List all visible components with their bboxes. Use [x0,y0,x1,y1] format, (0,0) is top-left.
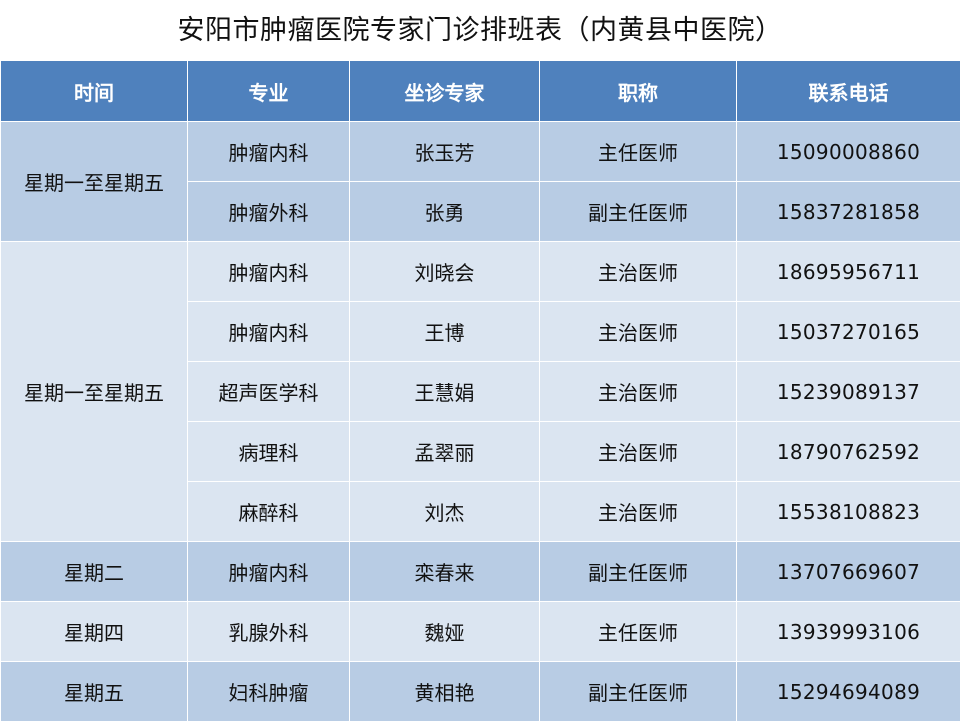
header-time: 时间 [1,61,188,122]
header-rank: 职称 [540,61,737,122]
expert-cell: 孟翠丽 [350,422,540,482]
time-cell: 星期四 [1,602,188,662]
specialty-cell: 肿瘤内科 [188,122,350,182]
page-title: 安阳市肿瘤医院专家门诊排班表（内黄县中医院） [0,0,960,60]
specialty-cell: 肿瘤外科 [188,182,350,242]
time-cell: 星期五 [1,662,188,722]
rank-cell: 副主任医师 [540,182,737,242]
phone-cell: 13707669607 [737,542,960,602]
time-cell: 星期二 [1,542,188,602]
expert-cell: 王博 [350,302,540,362]
specialty-cell: 妇科肿瘤 [188,662,350,722]
expert-cell: 王慧娟 [350,362,540,422]
phone-cell: 15837281858 [737,182,960,242]
phone-cell: 18695956711 [737,242,960,302]
table-row: 星期二 肿瘤内科 栾春来 副主任医师 13707669607 [1,542,960,602]
phone-cell: 15037270165 [737,302,960,362]
table-row: 星期一至星期五 肿瘤内科 刘晓会 主治医师 18695956711 [1,242,960,302]
rank-cell: 主治医师 [540,242,737,302]
specialty-cell: 肿瘤内科 [188,242,350,302]
specialty-cell: 超声医学科 [188,362,350,422]
rank-cell: 主治医师 [540,302,737,362]
table-row: 星期四 乳腺外科 魏娅 主任医师 13939993106 [1,602,960,662]
expert-cell: 张勇 [350,182,540,242]
specialty-cell: 肿瘤内科 [188,302,350,362]
expert-cell: 刘杰 [350,482,540,542]
expert-cell: 黄相艳 [350,662,540,722]
specialty-cell: 乳腺外科 [188,602,350,662]
expert-cell: 栾春来 [350,542,540,602]
table-row: 星期五 妇科肿瘤 黄相艳 副主任医师 15294694089 [1,662,960,722]
header-phone: 联系电话 [737,61,960,122]
phone-cell: 15239089137 [737,362,960,422]
schedule-page: 安阳市肿瘤医院专家门诊排班表（内黄县中医院） 时间 专业 坐诊专家 职称 联系电… [0,0,960,720]
table-header-row: 时间 专业 坐诊专家 职称 联系电话 [1,61,960,122]
rank-cell: 主治医师 [540,422,737,482]
table-row: 星期一至星期五 肿瘤内科 张玉芳 主任医师 15090008860 [1,122,960,182]
phone-cell: 15090008860 [737,122,960,182]
time-cell: 星期一至星期五 [1,242,188,542]
header-expert: 坐诊专家 [350,61,540,122]
expert-cell: 刘晓会 [350,242,540,302]
rank-cell: 副主任医师 [540,662,737,722]
header-specialty: 专业 [188,61,350,122]
expert-cell: 张玉芳 [350,122,540,182]
phone-cell: 18790762592 [737,422,960,482]
time-cell: 星期一至星期五 [1,122,188,242]
specialty-cell: 肿瘤内科 [188,542,350,602]
rank-cell: 主任医师 [540,602,737,662]
rank-cell: 副主任医师 [540,542,737,602]
specialty-cell: 病理科 [188,422,350,482]
rank-cell: 主任医师 [540,122,737,182]
specialty-cell: 麻醉科 [188,482,350,542]
rank-cell: 主治医师 [540,362,737,422]
schedule-table: 时间 专业 坐诊专家 职称 联系电话 星期一至星期五 肿瘤内科 张玉芳 主任医师… [0,60,960,722]
phone-cell: 15294694089 [737,662,960,722]
rank-cell: 主治医师 [540,482,737,542]
phone-cell: 13939993106 [737,602,960,662]
phone-cell: 15538108823 [737,482,960,542]
expert-cell: 魏娅 [350,602,540,662]
